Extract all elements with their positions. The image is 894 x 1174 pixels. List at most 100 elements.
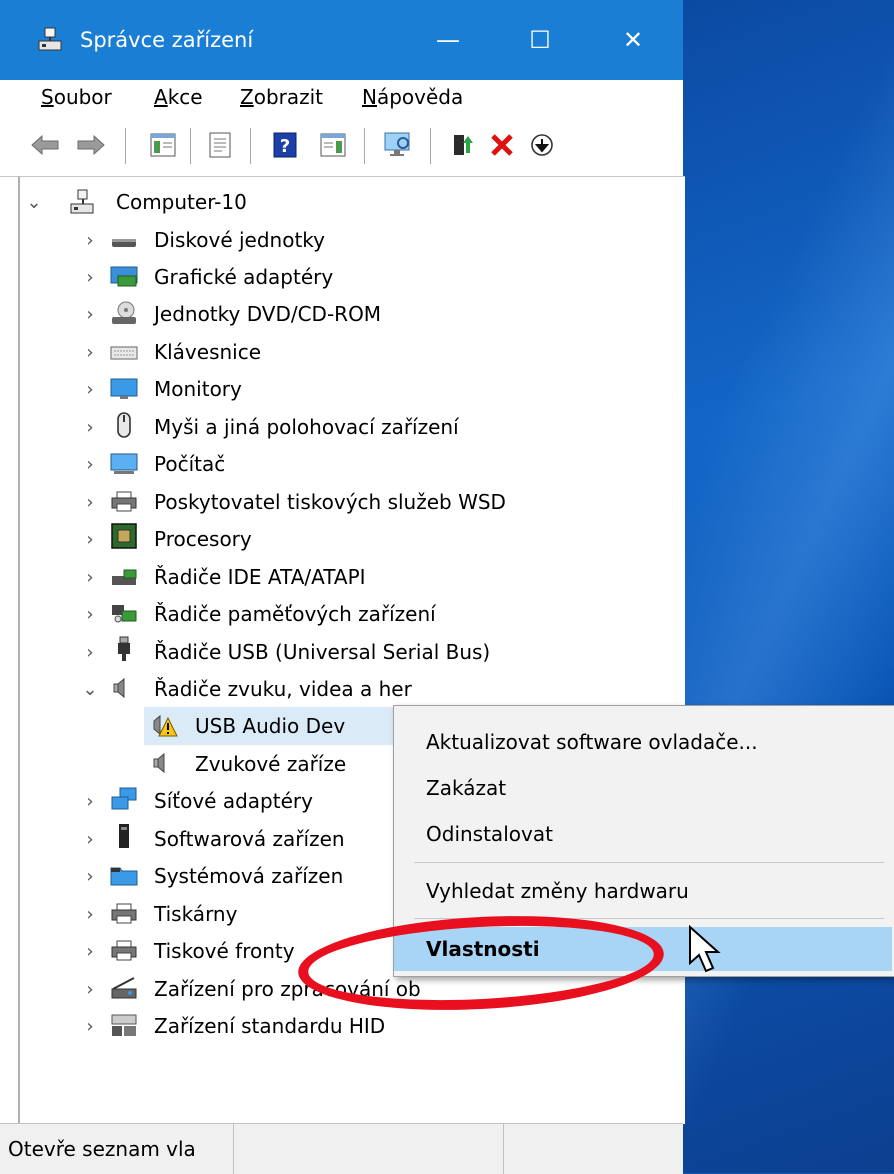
tree-item-sound-controllers[interactable]: ⌄ Řadiče zvuku, videa a her [20,670,680,708]
chevron-down-icon[interactable]: ⌄ [26,192,42,213]
chevron-right-icon[interactable]: › [82,642,98,663]
chevron-right-icon[interactable]: › [82,604,98,625]
toolbar-separator [250,128,251,164]
back-button[interactable] [30,130,60,160]
tree-item-usb-audio-device[interactable]: USB Audio Dev [144,707,396,745]
tree-item-label: Počítač [154,452,226,476]
menu-item-uninstall[interactable]: Odinstalovat [394,812,892,856]
tree-item-computer[interactable]: › Počítač [20,445,680,483]
menu-view-rest: obrazit [253,85,324,109]
tree-item-wsd-print[interactable]: › Poskytovatel tiskových služeb WSD [20,483,680,521]
tree-item-keyboards[interactable]: › Klávesnice [20,333,680,371]
keyboard-icon [110,346,138,360]
menu-item-scan-hardware[interactable]: Vyhledat změny hardwaru [394,869,892,913]
menu-view-accel: Z [240,85,254,109]
chevron-right-icon[interactable]: › [82,454,98,475]
tree-item-ide-controllers[interactable]: › Řadiče IDE ATA/ATAPI [20,558,680,596]
close-button[interactable]: ✕ [603,18,663,62]
tree-item-label: Jednotky DVD/CD-ROM [154,302,382,326]
tree-item-label: Síťové adaptéry [154,789,313,813]
chevron-right-icon[interactable]: › [82,417,98,438]
menu-action-accel: A [154,85,168,109]
chevron-right-icon[interactable]: › [82,904,98,925]
chevron-right-icon[interactable]: › [82,379,98,400]
toolbar: ? [0,118,683,177]
update-driver-button[interactable] [448,130,478,160]
properties-sheet-icon [209,132,231,158]
ide-controller-icon [112,569,137,585]
chevron-right-icon[interactable]: › [82,941,98,962]
chevron-right-icon[interactable]: › [82,342,98,363]
close-icon: ✕ [622,26,644,54]
tree-item-processors[interactable]: › Procesory [20,520,680,558]
monitor-icon [110,378,138,399]
status-cell-secondary [233,1124,504,1174]
maximize-button[interactable]: ☐ [510,18,570,62]
tree-item-sound-device[interactable]: Zvukové zaříze [144,745,396,783]
scan-hardware-button[interactable] [383,130,413,160]
hid-device-icon [111,1014,137,1036]
menu-view[interactable]: Zobrazit [240,85,323,109]
tree-root-computer[interactable]: ⌄ Computer-10 [20,183,680,221]
menu-item-update-driver[interactable]: Aktualizovat software ovladače... [394,720,892,764]
chevron-right-icon[interactable]: › [82,230,98,251]
tree-item-usb-controllers[interactable]: › Řadiče USB (Universal Serial Bus) [20,633,680,671]
menu-action[interactable]: Akce [154,85,203,109]
forward-button[interactable] [76,130,106,160]
svg-text:?: ? [280,136,290,157]
tree-item-dvd-drives[interactable]: › Jednotky DVD/CD-ROM [20,295,680,333]
menu-divider [414,862,884,863]
tree-item-disk-drives[interactable]: › Diskové jednotky [20,221,680,259]
menu-item-disable[interactable]: Zakázat [394,766,892,810]
tree-item-storage-controllers[interactable]: › Řadiče paměťových zařízení [20,595,680,633]
menu-item-label: Odinstalovat [426,822,553,846]
tree-item-label: Diskové jednotky [154,228,325,252]
chevron-down-icon[interactable]: ⌄ [82,679,98,700]
tree-item-label: Tiskárny [154,902,238,926]
red-x-icon [491,134,513,156]
disable-device-button[interactable] [527,130,557,160]
menu-help[interactable]: Nápověda [362,85,463,109]
tree-item-label: Zařízení standardu HID [154,1014,386,1038]
menu-action-rest: kce [167,85,203,109]
tree-item-label: Procesory [154,527,252,551]
display-adapter-icon [110,266,138,287]
printer-icon [111,491,137,512]
menu-help-accel: N [362,85,377,109]
chevron-right-icon[interactable]: › [82,866,98,887]
chevron-right-icon[interactable]: › [82,829,98,850]
show-hide-console-tree-button[interactable] [148,130,178,160]
window-title: Správce zařízení [80,28,254,52]
status-cell-main: Otevře seznam vla [0,1124,234,1174]
toolbar-separator [364,128,365,164]
tree-root-label: Computer-10 [116,190,247,214]
chevron-right-icon[interactable]: › [82,304,98,325]
chevron-right-icon[interactable]: › [82,791,98,812]
chevron-right-icon[interactable]: › [82,979,98,1000]
tree-item-label: Softwarová zařízen [154,827,345,851]
action-pane-button[interactable] [318,130,348,160]
tree-item-monitors[interactable]: › Monitory [20,370,680,408]
properties-toolbar-button[interactable] [205,130,235,160]
minimize-button[interactable]: — [418,18,478,62]
printer-icon [111,903,137,924]
chevron-right-icon[interactable]: › [82,529,98,550]
menu-file[interactable]: Soubor [41,85,112,109]
tree-item-hid-devices[interactable]: › Zařízení standardu HID [20,1007,680,1045]
chevron-right-icon[interactable]: › [82,267,98,288]
tree-item-label: Řadiče USB (Universal Serial Bus) [154,640,491,664]
chevron-right-icon[interactable]: › [82,1016,98,1037]
mouse-icon [117,412,131,438]
tree-item-mice[interactable]: › Myši a jiná polohovací zařízení [20,408,680,446]
help-toolbar-button[interactable]: ? [270,130,300,160]
chevron-right-icon[interactable]: › [82,567,98,588]
status-text: Otevře seznam vla [8,1137,196,1161]
menu-file-accel: S [41,85,54,109]
chevron-right-icon[interactable]: › [82,492,98,513]
tree-item-display-adapters[interactable]: › Grafické adaptéry [20,258,680,296]
uninstall-device-button[interactable] [487,130,517,160]
title-bar[interactable]: Správce zařízení — ☐ ✕ [0,0,683,80]
tree-item-label: Monitory [154,377,242,401]
menu-item-label: Aktualizovat software ovladače... [426,730,758,754]
computer-network-icon [70,189,94,214]
